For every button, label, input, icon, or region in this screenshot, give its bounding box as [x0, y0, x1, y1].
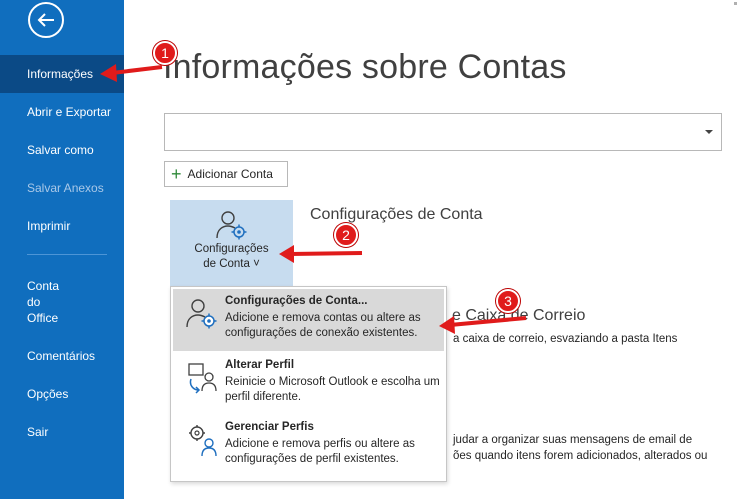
annotation-badge-1: 1 — [153, 41, 177, 65]
annotation-arrow-3 — [439, 316, 527, 334]
annotation-arrow-1 — [100, 64, 163, 82]
annotation-arrow-2 — [279, 245, 363, 263]
annotation-badge-3: 3 — [496, 289, 520, 313]
annotation-badge-2: 2 — [334, 223, 358, 247]
annotation-arrows — [100, 64, 527, 334]
